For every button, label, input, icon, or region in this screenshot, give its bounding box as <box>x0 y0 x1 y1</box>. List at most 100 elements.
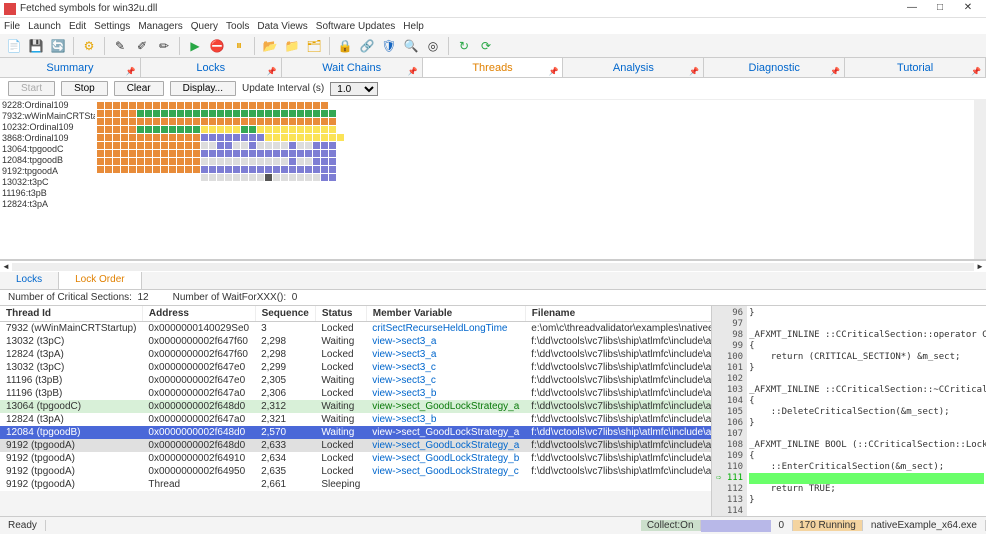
lock-tabbar: LocksLock Order <box>0 272 986 290</box>
wand-icon[interactable]: ✎ <box>110 36 130 56</box>
lock-order-area: Thread IdAddressSequenceStatusMember Var… <box>0 305 986 516</box>
pause-icon[interactable]: ⏸ <box>229 36 249 56</box>
thread-row[interactable]: 13064:tpgoodC <box>0 144 95 155</box>
menu-data-views[interactable]: Data Views <box>257 21 307 32</box>
menu-edit[interactable]: Edit <box>69 21 86 32</box>
menu-settings[interactable]: Settings <box>94 21 130 32</box>
thread-row[interactable]: 9228:Ordinal109 <box>0 100 95 111</box>
tab-threads[interactable]: Threads📌 <box>423 58 564 77</box>
tab-analysis[interactable]: Analysis📌 <box>563 58 704 77</box>
table-row[interactable]: 13032 (t3pC)0x0000000002f647f602,298Wait… <box>0 335 711 348</box>
thread-row[interactable]: 3868:Ordinal109 <box>0 133 95 144</box>
table-row[interactable]: 12824 (t3pA)0x0000000002f647a02,321Waiti… <box>0 413 711 426</box>
stop-icon[interactable]: ⛔ <box>207 36 227 56</box>
pin-icon[interactable]: 📌 <box>689 62 699 82</box>
minimize-button[interactable]: — <box>898 1 926 17</box>
refresh-icon[interactable]: 🔄 <box>48 36 68 56</box>
table-row[interactable]: 9192 (tpgoodA)0x0000000002f649102,634Loc… <box>0 452 711 465</box>
thread-row[interactable]: 12824:t3pA <box>0 199 95 210</box>
col-thread-id[interactable]: Thread Id <box>0 306 142 322</box>
status-ready: Ready <box>0 520 46 531</box>
tab-tutorial[interactable]: Tutorial📌 <box>845 58 986 77</box>
table-row[interactable]: 9192 (tpgoodA)Thread2,661Sleeping <box>0 478 711 491</box>
menu-tools[interactable]: Tools <box>226 21 249 32</box>
table-row[interactable]: 12824 (t3pA)0x0000000002f647f602,298Lock… <box>0 348 711 361</box>
table-row[interactable]: 13064 (tpgoodC)0x0000000002f648d02,312Wa… <box>0 400 711 413</box>
gear-icon[interactable]: ⚙ <box>79 36 99 56</box>
tab-summary[interactable]: Summary📌 <box>0 58 141 77</box>
table-row[interactable]: 11196 (t3pB)0x0000000002f647a02,306Locke… <box>0 387 711 400</box>
menu-file[interactable]: File <box>4 21 20 32</box>
clear-button[interactable]: Clear <box>114 81 164 96</box>
folder2-icon[interactable]: 📁 <box>282 36 302 56</box>
start-button[interactable]: Start <box>8 81 55 96</box>
target-icon[interactable]: ◎ <box>423 36 443 56</box>
table-row[interactable]: 13032 (t3pC)0x0000000002f647e02,299Locke… <box>0 361 711 374</box>
menu-launch[interactable]: Launch <box>28 21 61 32</box>
folder3-icon[interactable]: 🗂 <box>304 36 324 56</box>
stop-button[interactable]: Stop <box>61 81 108 96</box>
pin-icon[interactable]: 📌 <box>126 62 136 82</box>
save-icon[interactable]: 💾 <box>26 36 46 56</box>
thread-row[interactable]: 7932:wWinMainCRTStartup <box>0 111 95 122</box>
status-exe: nativeExample_x64.exe <box>863 520 986 531</box>
lock-icon[interactable]: 🔒 <box>335 36 355 56</box>
table-row[interactable]: 7932 (wWinMainCRTStartup)0x0000000140029… <box>0 322 711 336</box>
col-status[interactable]: Status <box>315 306 366 322</box>
vscroll-icon[interactable] <box>974 100 986 259</box>
menu-query[interactable]: Query <box>191 21 218 32</box>
lock-table-wrap[interactable]: Thread IdAddressSequenceStatusMember Var… <box>0 306 711 516</box>
col-member-variable[interactable]: Member Variable <box>366 306 525 322</box>
pencil2-icon[interactable]: ✏ <box>154 36 174 56</box>
pin-icon[interactable]: 📌 <box>548 62 558 82</box>
col-address[interactable]: Address <box>142 306 255 322</box>
matrix-hscroll[interactable]: ◄► <box>0 260 986 272</box>
app-icon <box>4 3 16 15</box>
source-pane: 9697989910010110210310410510610710810911… <box>711 306 986 516</box>
thread-matrix-panel: 9228:Ordinal1097932:wWinMainCRTStartup10… <box>0 100 986 260</box>
thread-row[interactable]: 9192:tpgoodA <box>0 166 95 177</box>
status-zero: 0 <box>771 520 794 531</box>
pin-icon[interactable]: 📌 <box>408 62 418 82</box>
pin-icon[interactable]: 📌 <box>830 62 840 82</box>
tab-wait-chains[interactable]: Wait Chains📌 <box>282 58 423 77</box>
menu-help[interactable]: Help <box>403 21 424 32</box>
toolbar: 📄 💾 🔄 ⚙ ✎ ✐ ✏ ▶ ⛔ ⏸ 📂 📁 🗂 🔒 🔗 🛡 🔍 ◎ ↻ ⟳ <box>0 34 986 58</box>
col-sequence[interactable]: Sequence <box>255 306 315 322</box>
window-titlebar: Fetched symbols for win32u.dll — □ ✕ <box>0 0 986 18</box>
thread-row[interactable]: 10232:Ordinal109 <box>0 122 95 133</box>
activity-matrix[interactable] <box>95 100 974 259</box>
search-icon[interactable]: 🔍 <box>401 36 421 56</box>
table-row[interactable]: 9192 (tpgoodA)0x0000000002f649502,635Loc… <box>0 465 711 478</box>
display-button[interactable]: Display... <box>170 81 236 96</box>
chain-icon[interactable]: 🔗 <box>357 36 377 56</box>
cycle-icon[interactable]: ↻ <box>454 36 474 56</box>
pin-icon[interactable]: 📌 <box>971 62 981 82</box>
subtab-locks[interactable]: Locks <box>0 272 59 289</box>
tab-locks[interactable]: Locks📌 <box>141 58 282 77</box>
tab-diagnostic[interactable]: Diagnostic📌 <box>704 58 845 77</box>
menu-software-updates[interactable]: Software Updates <box>316 21 396 32</box>
play-icon[interactable]: ▶ <box>185 36 205 56</box>
interval-select[interactable]: 1.0 <box>330 82 378 96</box>
new-icon[interactable]: 📄 <box>4 36 24 56</box>
status-progress <box>701 520 771 532</box>
cycle2-icon[interactable]: ⟳ <box>476 36 496 56</box>
pencil-icon[interactable]: ✐ <box>132 36 152 56</box>
table-row[interactable]: 12084 (tpgoodB)0x0000000002f648d02,570Wa… <box>0 426 711 439</box>
pin-icon[interactable]: 📌 <box>267 62 277 82</box>
shield-icon[interactable]: 🛡 <box>379 36 399 56</box>
folder1-icon[interactable]: 📂 <box>260 36 280 56</box>
table-row[interactable]: 11196 (t3pB)0x0000000002f647e02,305Waiti… <box>0 374 711 387</box>
col-filename[interactable]: Filename <box>525 306 711 322</box>
thread-row[interactable]: 13032:t3pC <box>0 177 95 188</box>
subtab-lock-order[interactable]: Lock Order <box>59 272 141 289</box>
close-button[interactable]: ✕ <box>954 1 982 17</box>
thread-row[interactable]: 12084:tpgoodB <box>0 155 95 166</box>
thread-row[interactable]: 11196:t3pB <box>0 188 95 199</box>
menu-managers[interactable]: Managers <box>138 21 182 32</box>
table-row[interactable]: 9192 (tpgoodA)0x0000000002f648d02,633Loc… <box>0 439 711 452</box>
maximize-button[interactable]: □ <box>926 1 954 17</box>
critical-label: Number of Critical Sections: <box>8 292 132 303</box>
thread-list: 9228:Ordinal1097932:wWinMainCRTStartup10… <box>0 100 95 259</box>
